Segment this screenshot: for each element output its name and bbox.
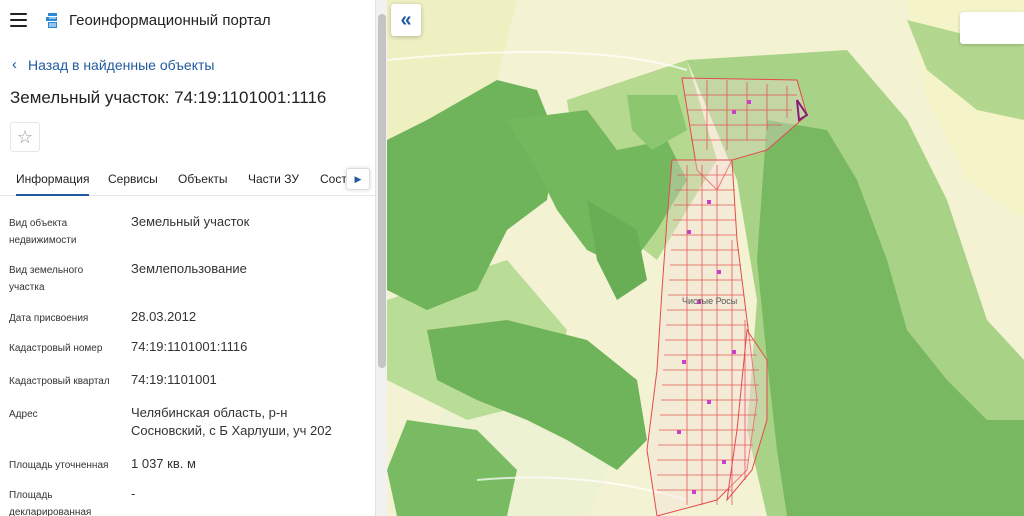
field-label: Площадь уточненная [9,460,109,471]
field-value: 28.03.2012 [131,309,197,324]
field-label: Кадастровый номер [9,343,103,354]
field-value: Земельный участок [131,214,250,229]
page-title: Земельный участок: 74:19:1101001:1116 [10,88,327,107]
chevron-left-icon: ‹ [12,56,17,73]
field-label: Кадастровый квартал [9,376,110,387]
info-panel: Геоинформационный портал ‹ Назад в найде… [0,0,375,516]
map-canvas [387,0,1024,516]
star-icon[interactable]: ☆ [10,122,40,152]
map-view[interactable]: Чистые Росы [387,0,1024,516]
field-value: Землепользование [131,261,247,276]
field-value: - [131,486,136,501]
hamburger-icon[interactable] [10,13,27,27]
field-label: Вид объекта недвижимости [9,218,77,246]
place-label: Чистые Росы [682,296,738,306]
tab-services[interactable]: Сервисы [108,172,158,186]
tab-information[interactable]: Информация [16,172,90,196]
top-bar: Геоинформационный портал [0,0,375,42]
field-label: Дата присвоения [9,313,89,324]
tab-composition[interactable]: Состав [320,172,348,186]
field-label: Вид земельного участка [9,265,84,293]
back-label: Назад в найденные объекты [28,56,215,73]
tab-parts[interactable]: Части ЗУ [248,172,299,186]
field-label: Площадь декларированная [9,490,92,516]
field-value: Челябинская область, р-н Сосновский, с Б… [131,405,332,438]
field-value: 74:19:1101001 [131,372,217,387]
field-value: 74:19:1101001:1116 [131,339,248,354]
app-title: Геоинформационный портал [69,12,271,29]
field-label: Адрес [9,409,38,420]
map-search-box[interactable] [960,12,1024,44]
scrollbar-thumb[interactable] [378,14,386,368]
portal-logo-icon [46,13,57,28]
field-value: 1 037 кв. м [131,456,196,471]
double-chevron-left-icon[interactable]: « [391,4,421,36]
tab-bar: Информация Сервисы Объекты Части ЗУ Сост… [0,164,375,196]
back-link[interactable]: ‹ Назад в найденные объекты [12,56,214,73]
tab-objects[interactable]: Объекты [178,172,228,186]
tabs-next-button[interactable]: ▶ [346,168,370,190]
panel-scrollbar[interactable] [375,0,387,516]
